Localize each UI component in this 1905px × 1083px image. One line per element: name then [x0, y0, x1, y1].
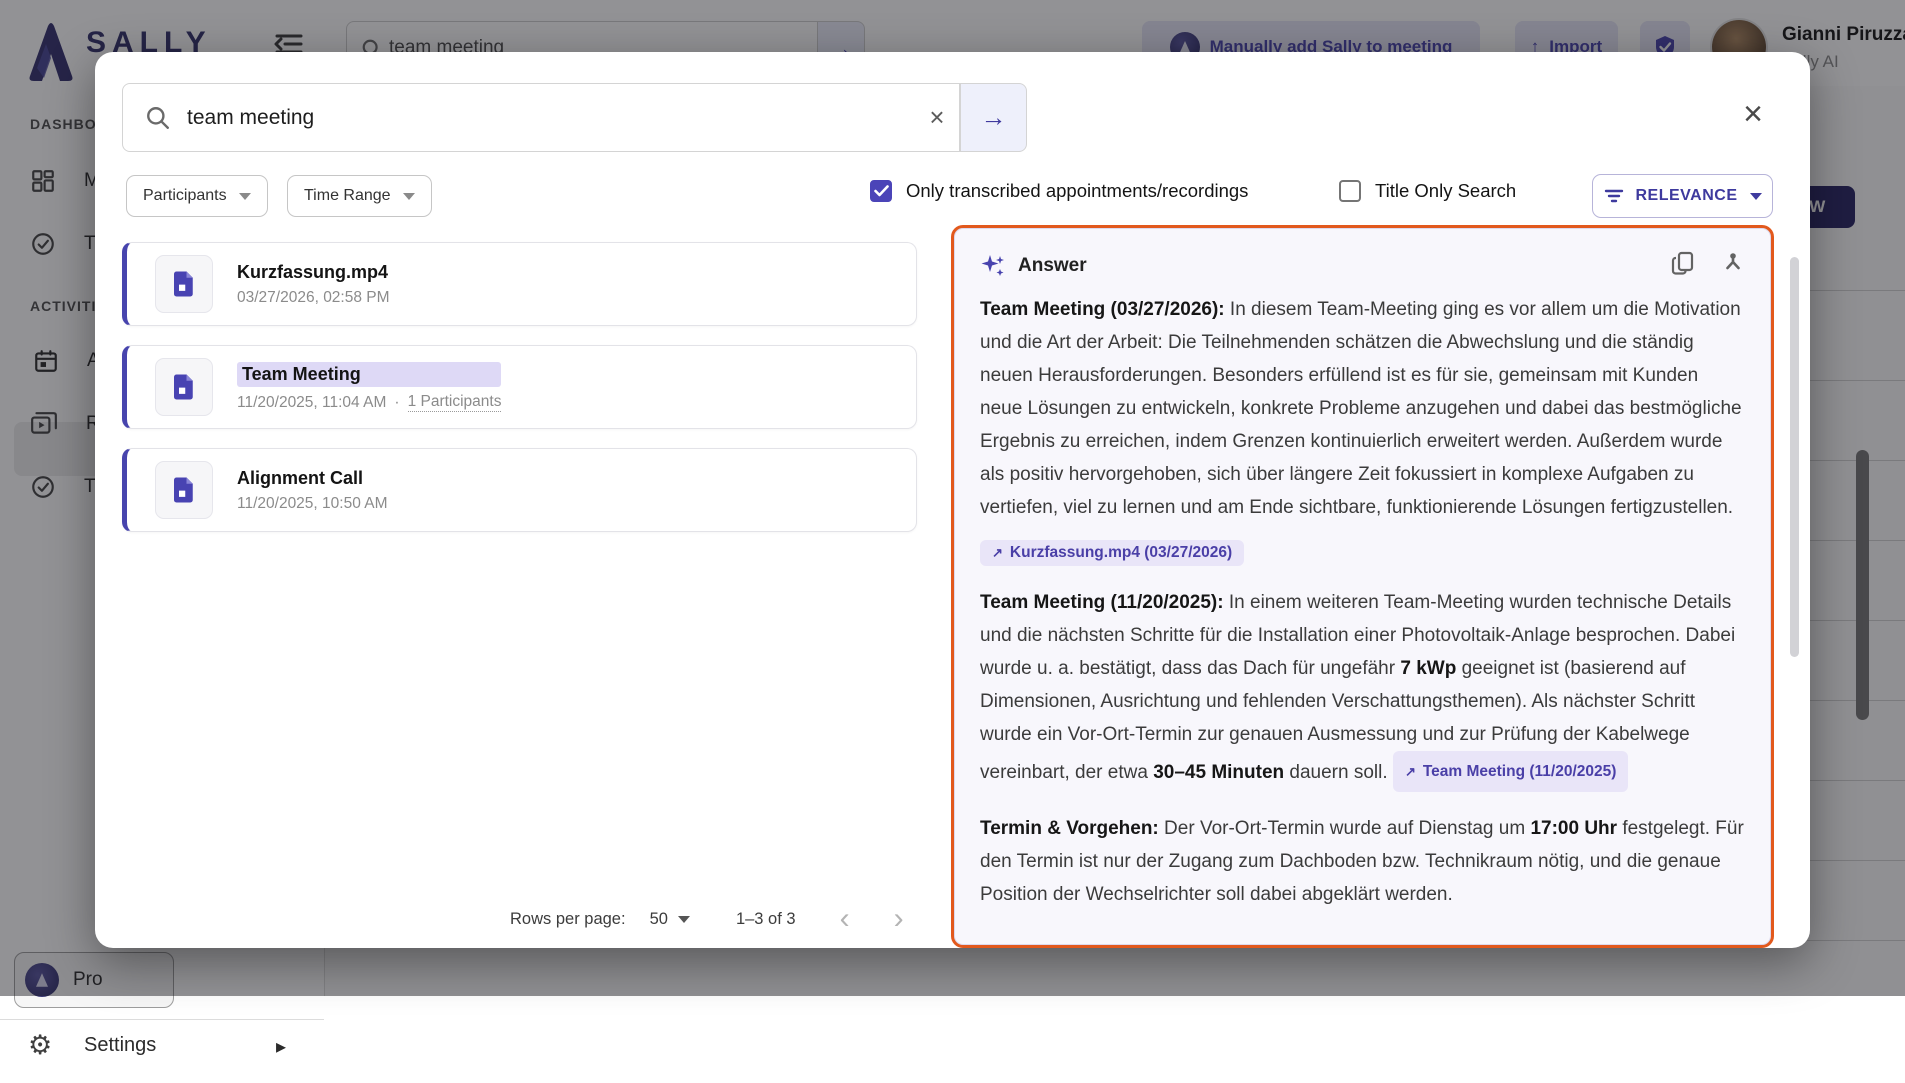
results-list: Kurzfassung.mp4 03/27/2026, 02:58 PM Tea… — [122, 242, 917, 551]
rows-per-page-select[interactable]: 50 — [650, 910, 690, 929]
result-meta: Alignment Call 11/20/2025, 10:50 AM — [237, 468, 388, 513]
participants-filter[interactable]: Participants — [126, 175, 268, 217]
modal-scrollbar-thumb[interactable] — [1790, 257, 1799, 657]
answer-paragraph: Team Meeting (11/20/2025): In einem weit… — [980, 586, 1745, 792]
search-icon — [145, 105, 171, 131]
title-only-option: Title Only Search — [1339, 180, 1516, 202]
rows-per-page-label: Rows per page: — [510, 910, 626, 929]
file-icon — [155, 461, 213, 519]
option-checkbox[interactable] — [870, 180, 892, 202]
chevron-down-icon — [239, 193, 251, 200]
title-only-label: Title Only Search — [1375, 180, 1516, 202]
sort-relevance-button[interactable]: RELEVANCE — [1592, 174, 1773, 218]
search-modal: × × → Participants Time Range Only trans… — [95, 52, 1810, 948]
time-range-filter[interactable]: Time Range — [287, 175, 432, 217]
answer-paragraphs: Team Meeting (03/27/2026): In diesem Tea… — [980, 293, 1745, 911]
citation-chip[interactable]: ↗ Kurzfassung.mp4 (03/27/2026) — [980, 540, 1244, 566]
filter-icon — [1604, 188, 1624, 204]
citation-label: Team Meeting (11/20/2025) — [1423, 755, 1617, 788]
result-subtitle: 11/20/2025, 10:50 AM — [237, 495, 388, 513]
previous-page-button[interactable]: ‹ — [840, 904, 850, 934]
file-icon — [155, 358, 213, 416]
time-range-filter-label: Time Range — [304, 187, 391, 205]
citation-arrow-icon: ↗ — [992, 545, 1003, 561]
result-card[interactable]: Kurzfassung.mp4 03/27/2026, 02:58 PM — [122, 242, 917, 326]
file-icon — [155, 255, 213, 313]
citation-arrow-icon: ↗ — [1405, 755, 1416, 788]
result-title: Team Meeting — [237, 362, 501, 387]
rows-per-page-value: 50 — [650, 910, 668, 929]
gear-icon: ⚙ — [28, 1030, 52, 1061]
result-separator: · — [394, 394, 399, 412]
result-subtitle: 03/27/2026, 02:58 PM — [237, 289, 390, 307]
share-branch-icon[interactable] — [1721, 251, 1745, 280]
answer-title: Answer — [1018, 255, 1087, 277]
sort-label: RELEVANCE — [1636, 187, 1738, 205]
result-datetime: 03/27/2026, 02:58 PM — [237, 289, 390, 307]
result-card[interactable]: Team Meeting 11/20/2025, 11:04 AM · 1 Pa… — [122, 345, 917, 429]
result-meta: Team Meeting 11/20/2025, 11:04 AM · 1 Pa… — [237, 362, 501, 412]
pagination: Rows per page: 50 1–3 of 3 ‹ › — [510, 897, 904, 941]
transcribed-only-label: Only transcribed appointments/recordings — [906, 180, 1248, 202]
answer-header: Answer — [980, 250, 1745, 281]
arrow-right-icon: → — [981, 102, 1007, 133]
result-title: Alignment Call — [237, 468, 388, 489]
clear-search-icon[interactable]: × — [915, 102, 959, 133]
chevron-right-icon: ▸ — [276, 1034, 286, 1059]
answer-panel: Answer Team Meeting (03/27/2026): In die… — [951, 225, 1774, 948]
pagination-range: 1–3 of 3 — [736, 910, 796, 929]
settings-label: Settings — [84, 1034, 156, 1057]
search-input[interactable] — [185, 105, 915, 131]
result-participants[interactable]: 1 Participants — [408, 393, 502, 412]
result-subtitle: 11/20/2025, 11:04 AM · 1 Participants — [237, 393, 501, 412]
close-icon[interactable]: × — [1733, 94, 1773, 134]
transcribed-only-option: Only transcribed appointments/recordings — [870, 180, 1248, 202]
settings-row[interactable]: ⚙ Settings ▸ — [0, 1019, 324, 1083]
modal-search-bar: × — [122, 83, 960, 152]
result-meta: Kurzfassung.mp4 03/27/2026, 02:58 PM — [237, 262, 390, 307]
participants-filter-label: Participants — [143, 187, 227, 205]
chevron-down-icon — [403, 193, 415, 200]
option-checkbox[interactable] — [1339, 180, 1361, 202]
next-page-button[interactable]: › — [894, 904, 904, 934]
citation-label: Kurzfassung.mp4 (03/27/2026) — [1010, 544, 1232, 562]
result-title: Kurzfassung.mp4 — [237, 262, 390, 283]
answer-paragraph: Termin & Vorgehen: Der Vor-Ort-Termin wu… — [980, 812, 1745, 911]
answer-paragraph: Team Meeting (03/27/2026): In diesem Tea… — [980, 293, 1745, 524]
sparkle-icon — [980, 253, 1006, 279]
chevron-down-icon — [678, 916, 690, 923]
result-datetime: 11/20/2025, 10:50 AM — [237, 495, 388, 513]
chevron-down-icon — [1750, 193, 1762, 200]
result-card[interactable]: Alignment Call 11/20/2025, 10:50 AM — [122, 448, 917, 532]
search-submit-button[interactable]: → — [960, 83, 1027, 152]
result-datetime: 11/20/2025, 11:04 AM — [237, 394, 386, 412]
copy-icon[interactable] — [1671, 250, 1695, 281]
citation-row: ↗ Kurzfassung.mp4 (03/27/2026) — [980, 540, 1745, 566]
citation-chip[interactable]: ↗Team Meeting (11/20/2025) — [1393, 751, 1628, 792]
